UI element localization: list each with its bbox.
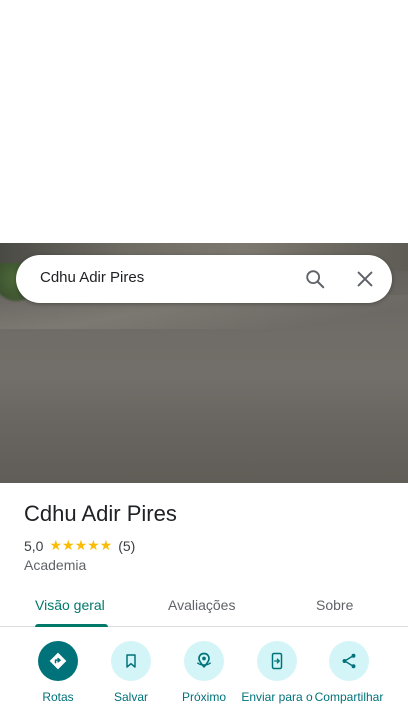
rating-value: 5,0: [24, 537, 44, 554]
save-label: Salvar: [113, 690, 148, 704]
rating-count: (5): [118, 537, 136, 554]
tab-bar: Visão geral Avaliações Sobre: [0, 587, 408, 627]
map-blank-area: [0, 0, 408, 243]
rating-row[interactable]: 5,0 ★★★★★ (5): [24, 537, 135, 554]
share-label: Compartilhar: [314, 690, 384, 704]
send-to-phone-button[interactable]: Enviar para o: [237, 641, 317, 704]
tab-about[interactable]: Sobre: [316, 597, 353, 613]
action-bar: Rotas Salvar Próximo Enviar para o Compa…: [0, 641, 408, 726]
tab-reviews[interactable]: Avaliações: [168, 597, 235, 613]
tab-overview[interactable]: Visão geral: [35, 597, 105, 613]
search-icon[interactable]: [304, 268, 326, 290]
share-button[interactable]: Compartilhar: [309, 641, 389, 704]
directions-icon: [38, 641, 78, 681]
send-to-phone-icon: [257, 641, 297, 681]
photo-road: [0, 333, 408, 483]
nearby-label: Próximo: [181, 690, 226, 704]
directions-button[interactable]: Rotas: [18, 641, 98, 704]
place-title: Cdhu Adir Pires: [24, 501, 177, 526]
nearby-icon: [184, 641, 224, 681]
send-to-phone-label: Enviar para o: [241, 690, 313, 704]
place-category: Academia: [24, 557, 87, 573]
share-icon: [329, 641, 369, 681]
place-sheet: Cdhu Adir Pires 5,0 ★★★★★ (5) Academia V…: [0, 483, 408, 726]
search-input[interactable]: Cdhu Adir Pires: [40, 269, 144, 286]
star-rating-icon: ★★★★★: [49, 537, 113, 553]
save-button[interactable]: Salvar: [91, 641, 171, 704]
nearby-button[interactable]: Próximo: [164, 641, 244, 704]
search-bar[interactable]: Cdhu Adir Pires: [16, 255, 392, 303]
bookmark-icon: [111, 641, 151, 681]
tab-indicator: [35, 624, 108, 627]
directions-label: Rotas: [42, 690, 74, 704]
close-icon[interactable]: [354, 268, 376, 290]
